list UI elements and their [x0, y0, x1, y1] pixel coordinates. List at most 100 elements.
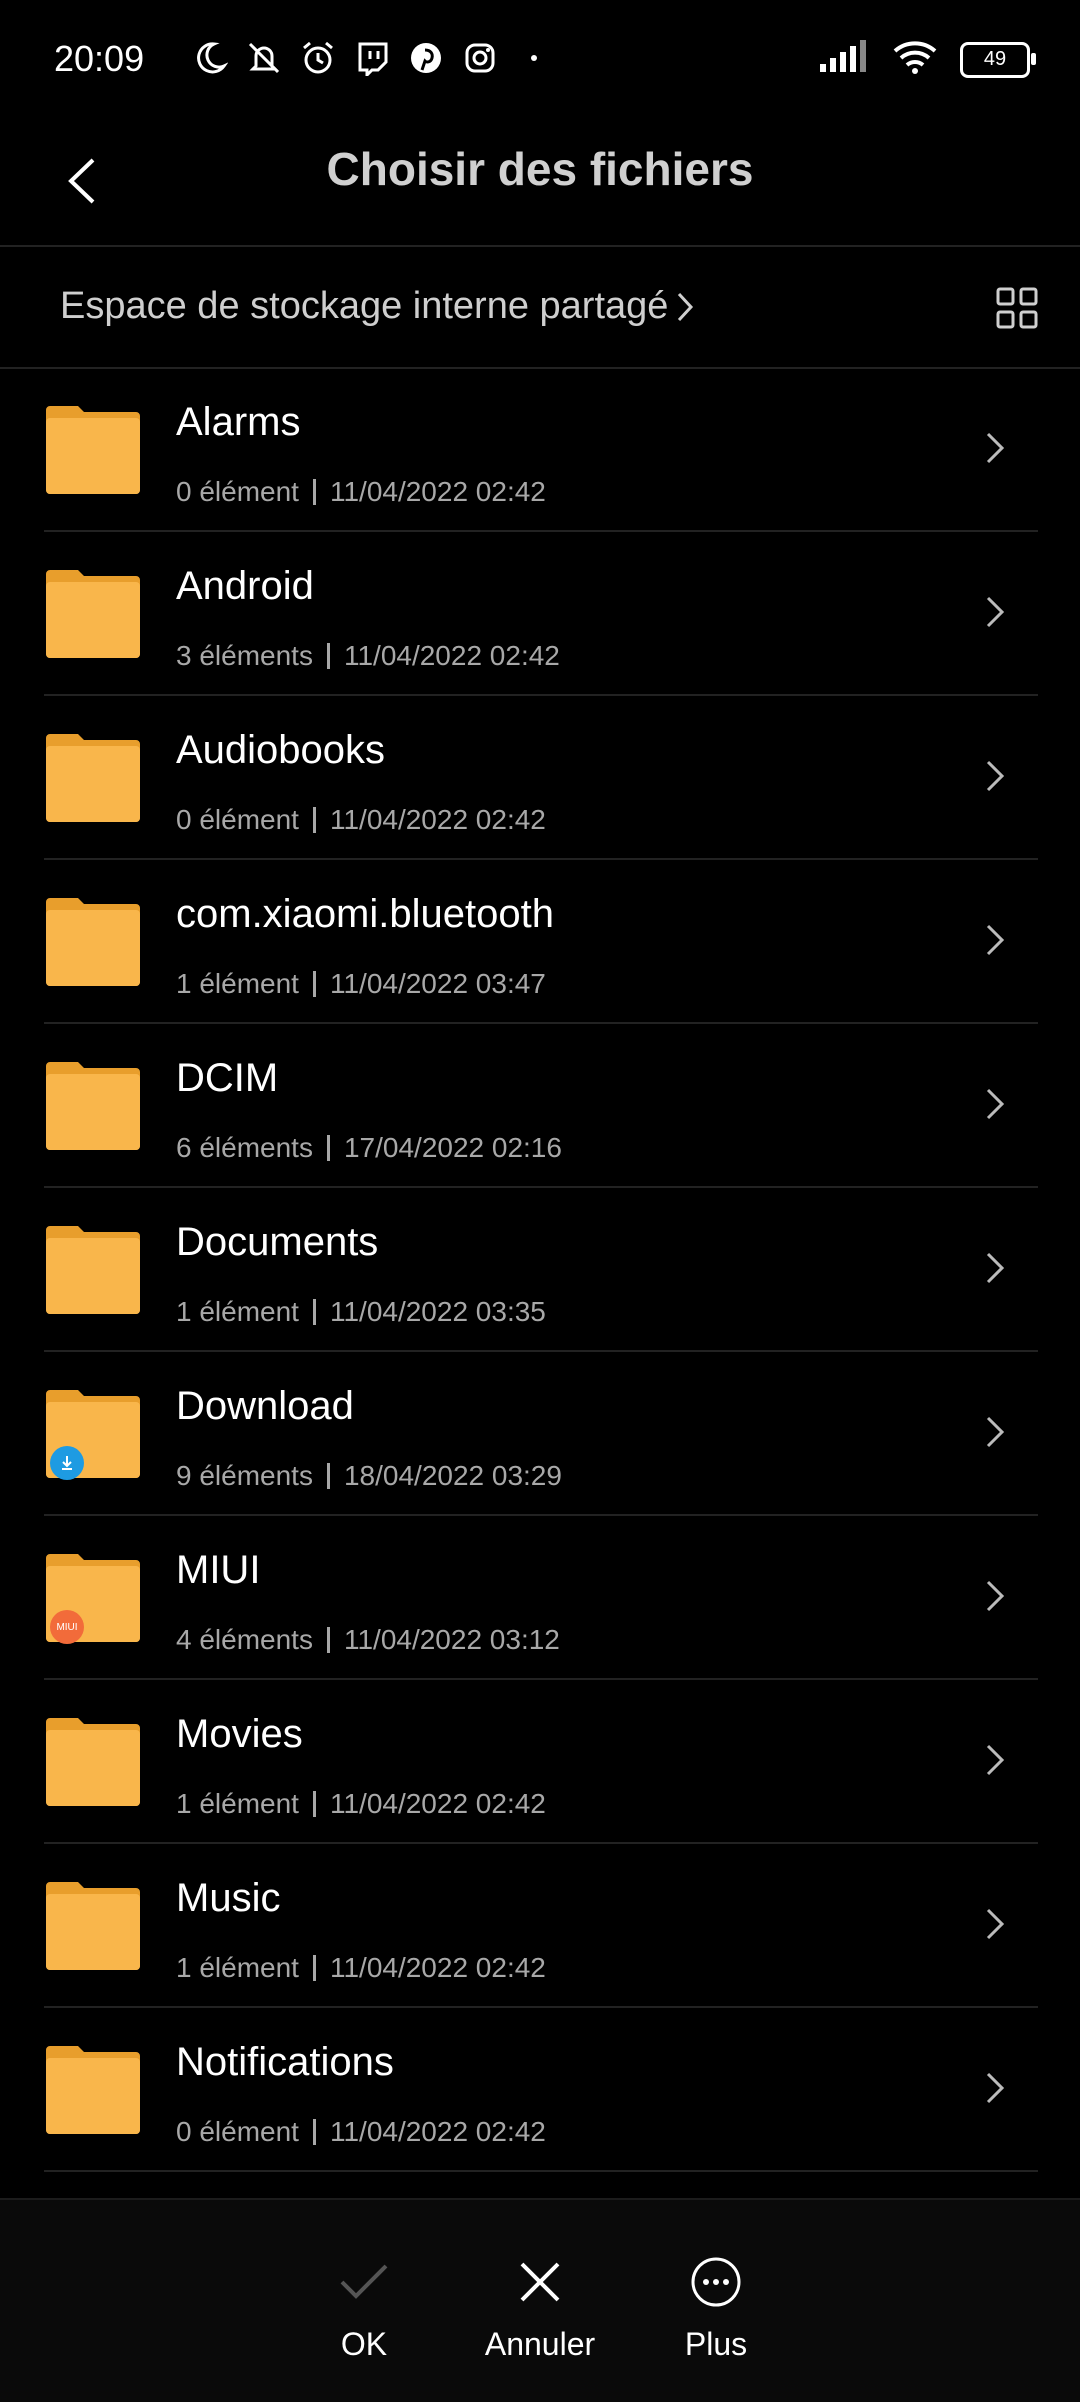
cancel-button[interactable]: Annuler [450, 2254, 630, 2363]
folder-name: Movies [176, 1712, 303, 1756]
folder-row[interactable]: Music 1 élément 11/04/2022 02:42 [0, 1844, 1080, 2008]
folder-name: Documents [176, 1220, 379, 1264]
folder-date: 11/04/2022 03:12 [343, 1624, 560, 1655]
meta-separator [312, 1791, 316, 1817]
folder-icon [44, 1876, 142, 1974]
more-label: Plus [684, 2326, 748, 2362]
folder-icon [44, 400, 142, 498]
twitch-icon [352, 38, 392, 78]
meta-separator [312, 2119, 316, 2145]
path-bar: Espace de stockage interne partagé [0, 245, 1080, 369]
folder-item-count: 0 élément [176, 476, 299, 507]
folder-row[interactable]: Android 3 éléments 11/04/2022 02:42 [0, 532, 1080, 696]
grid-icon [996, 287, 1038, 329]
chevron-right-icon [986, 924, 1005, 956]
mute-icon [244, 38, 284, 78]
folder-meta: 1 élément 11/04/2022 03:47 [176, 968, 546, 1000]
battery-icon: 49 [960, 41, 1036, 78]
meta-separator [326, 643, 330, 669]
folder-name: DCIM [176, 1056, 279, 1100]
folder-meta: 0 élément 11/04/2022 02:42 [176, 2116, 546, 2148]
chevron-right-icon [986, 1252, 1005, 1284]
folder-row[interactable]: Audiobooks 0 élément 11/04/2022 02:42 [0, 696, 1080, 860]
folder-icon [44, 1056, 142, 1154]
breadcrumb-label: Espace de stockage interne partagé [60, 285, 669, 327]
pinterest-icon [406, 38, 446, 78]
folder-item-count: 3 éléments [176, 640, 313, 671]
folder-name: Music [176, 1876, 281, 1920]
row-divider [44, 2170, 1038, 2172]
folder-meta: 9 éléments 18/04/2022 03:29 [176, 1460, 562, 1492]
folder-name: Notifications [176, 2040, 394, 2084]
grid-view-button[interactable] [994, 285, 1040, 331]
folder-item-count: 6 éléments [176, 1132, 313, 1163]
folder-meta: 1 élément 11/04/2022 02:42 [176, 1952, 546, 1984]
folder-meta: 1 élément 11/04/2022 03:35 [176, 1296, 546, 1328]
download-badge-icon [50, 1446, 84, 1480]
folder-date: 11/04/2022 03:47 [329, 968, 546, 999]
folder-row[interactable]: Notifications 0 élément 11/04/2022 02:42 [0, 2008, 1080, 2172]
chevron-right-icon [986, 1580, 1005, 1612]
chevron-right-icon [678, 292, 694, 321]
folder-list: Alarms 0 élément 11/04/2022 02:42 Androi… [0, 368, 1080, 2172]
app-header: Choisir des fichiers [0, 120, 1080, 247]
status-time: 20:09 [54, 38, 145, 79]
status-icons-left [190, 38, 554, 78]
folder-item-count: 1 élément [176, 1788, 299, 1819]
signal-icon [818, 40, 870, 79]
chevron-right-icon [986, 1088, 1005, 1120]
folder-date: 11/04/2022 02:42 [329, 476, 546, 507]
page-title: Choisir des fichiers [326, 143, 754, 195]
meta-separator [312, 479, 316, 505]
ok-label: OK [340, 2326, 388, 2362]
miui-badge-icon: MIUI [50, 1610, 84, 1644]
folder-meta: 0 élément 11/04/2022 02:42 [176, 804, 546, 836]
folder-row[interactable]: com.xiaomi.bluetooth 1 élément 11/04/202… [0, 860, 1080, 1024]
chevron-right-icon [986, 1744, 1005, 1776]
folder-row[interactable]: Download 9 éléments 18/04/2022 03:29 [0, 1352, 1080, 1516]
folder-row[interactable]: MIUI MIUI 4 éléments 11/04/2022 03:12 [0, 1516, 1080, 1680]
folder-meta: 6 éléments 17/04/2022 02:16 [176, 1132, 562, 1164]
folder-icon [44, 2040, 142, 2138]
chevron-right-icon [986, 432, 1005, 464]
breadcrumb[interactable]: Espace de stockage interne partagé [60, 285, 694, 328]
folder-icon [44, 564, 142, 662]
ok-button[interactable]: OK [274, 2254, 454, 2363]
folder-item-count: 0 élément [176, 2116, 299, 2147]
folder-item-count: 9 éléments [176, 1460, 313, 1491]
folder-row[interactable]: Documents 1 élément 11/04/2022 03:35 [0, 1188, 1080, 1352]
folder-date: 11/04/2022 03:35 [329, 1296, 546, 1327]
folder-row[interactable]: Movies 1 élément 11/04/2022 02:42 [0, 1680, 1080, 1844]
folder-row[interactable]: DCIM 6 éléments 17/04/2022 02:16 [0, 1024, 1080, 1188]
folder-name: Audiobooks [176, 728, 386, 772]
check-icon [336, 2254, 392, 2310]
folder-icon [44, 1220, 142, 1318]
folder-item-count: 1 élément [176, 1952, 299, 1983]
folder-item-count: 0 élément [176, 804, 299, 835]
folder-date: 11/04/2022 02:42 [343, 640, 560, 671]
meta-separator [312, 1955, 316, 1981]
meta-separator [326, 1135, 330, 1161]
alarm-icon [298, 38, 338, 78]
wifi-icon [892, 40, 938, 79]
meta-separator [326, 1463, 330, 1489]
folder-date: 11/04/2022 02:42 [329, 2116, 546, 2147]
folder-item-count: 1 élément [176, 1296, 299, 1327]
instagram-icon [460, 38, 500, 78]
folder-row[interactable]: Alarms 0 élément 11/04/2022 02:42 [0, 368, 1080, 532]
chevron-right-icon [986, 2072, 1005, 2104]
meta-separator [312, 1299, 316, 1325]
chevron-right-icon [986, 1416, 1005, 1448]
bottom-action-bar: OK Annuler Plus [0, 2198, 1080, 2402]
chevron-right-icon [986, 1908, 1005, 1940]
miui-badge-text: MIUI [56, 1621, 78, 1633]
folder-item-count: 1 élément [176, 968, 299, 999]
folder-date: 11/04/2022 02:42 [329, 1788, 546, 1819]
folder-meta: 0 élément 11/04/2022 02:42 [176, 476, 546, 508]
more-button[interactable]: Plus [626, 2254, 806, 2363]
folder-name: Download [176, 1384, 354, 1428]
folder-date: 18/04/2022 03:29 [343, 1460, 562, 1491]
folder-meta: 3 éléments 11/04/2022 02:42 [176, 640, 560, 672]
folder-date: 17/04/2022 02:16 [343, 1132, 562, 1163]
chevron-right-icon [986, 596, 1005, 628]
